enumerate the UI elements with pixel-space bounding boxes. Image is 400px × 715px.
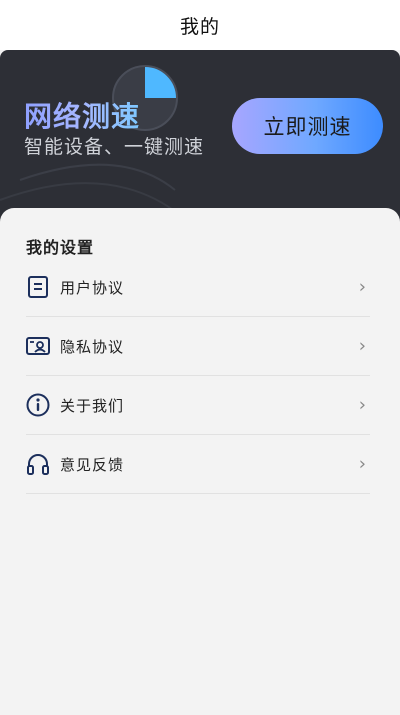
banner-subtitle: 智能设备、一键测速: [24, 136, 205, 158]
settings-item-label: 关于我们: [60, 396, 125, 415]
settings-section-title: 我的设置: [26, 238, 95, 257]
settings-item-label: 用户协议: [60, 278, 125, 297]
id-card-icon: [26, 334, 50, 358]
chevron-right-icon: ›: [358, 276, 366, 298]
top-bar: 我的: [0, 0, 400, 50]
settings-item-feedback[interactable]: 意见反馈 ›: [26, 435, 370, 494]
info-icon: [26, 393, 50, 417]
settings-item-label: 意见反馈: [60, 455, 125, 474]
banner-title: 网络测速: [24, 95, 140, 135]
settings-item-user-agreement[interactable]: 用户协议 ›: [26, 258, 370, 317]
settings-list: 用户协议 › 隐私协议 › 关于我们 › 意见反馈 ›: [26, 258, 370, 494]
settings-item-label: 隐私协议: [60, 337, 125, 356]
document-icon: [26, 275, 50, 299]
chevron-right-icon: ›: [358, 394, 366, 416]
settings-item-privacy-policy[interactable]: 隐私协议 ›: [26, 317, 370, 376]
start-speed-test-button[interactable]: 立即测速: [232, 98, 383, 154]
speed-test-banner: 网络测速 智能设备、一键测速 立即测速: [0, 50, 400, 225]
settings-card: 我的设置 用户协议 › 隐私协议 › 关于我们 › 意见反馈 ›: [0, 208, 400, 715]
settings-item-about-us[interactable]: 关于我们 ›: [26, 376, 370, 435]
chevron-right-icon: ›: [358, 335, 366, 357]
chevron-right-icon: ›: [358, 453, 366, 475]
headphones-icon: [26, 452, 50, 476]
page-title: 我的: [179, 15, 220, 38]
